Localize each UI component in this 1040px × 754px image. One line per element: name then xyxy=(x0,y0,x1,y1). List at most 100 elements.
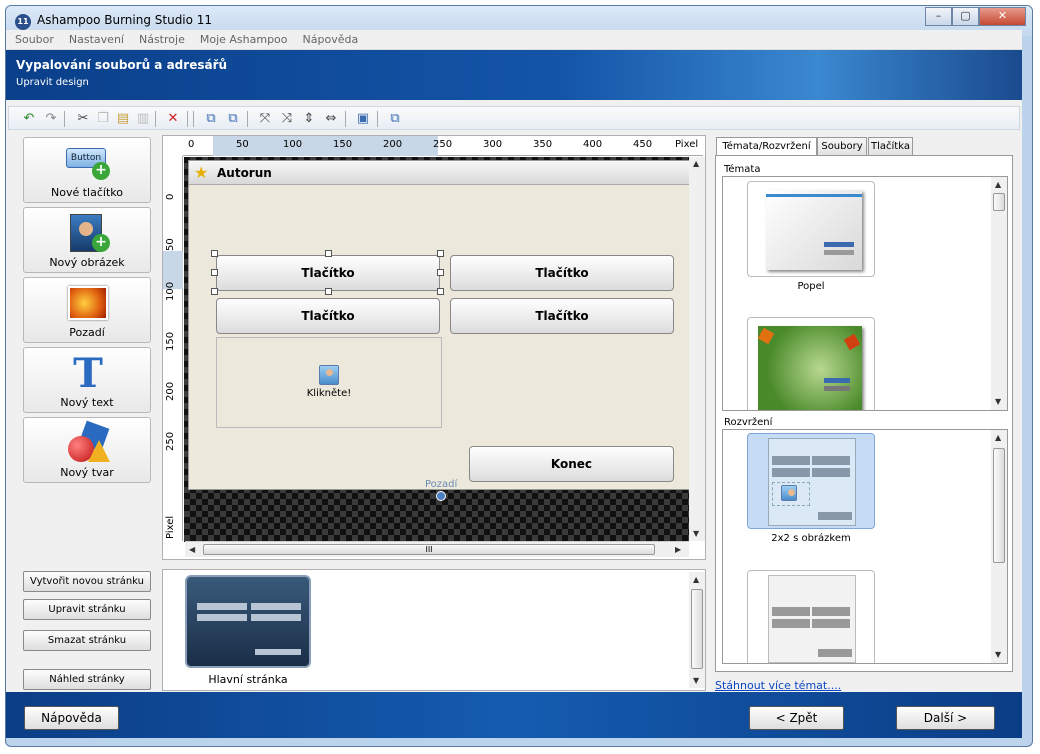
ruler-label: 0 xyxy=(188,139,195,150)
tab-files[interactable]: Soubory xyxy=(817,137,867,156)
maximize-button[interactable]: ▢ xyxy=(952,7,979,26)
new-image-tool[interactable]: + Nový obrázek xyxy=(23,207,151,273)
redo-icon[interactable]: ↷ xyxy=(43,111,59,127)
menu-nastroje[interactable]: Nástroje xyxy=(130,30,191,46)
ruler-label: 250 xyxy=(433,139,453,150)
picture-icon[interactable]: ▣ xyxy=(355,111,371,127)
footer-bar xyxy=(6,692,1022,738)
cut-icon[interactable]: ✂ xyxy=(75,111,91,127)
undo-icon[interactable]: ↶ xyxy=(21,111,37,127)
align-left-icon[interactable]: ⤧ xyxy=(257,111,273,127)
layout-label: 2x2 s obrázkem xyxy=(771,533,851,544)
themes-scrollbar[interactable]: ▲ ▼ xyxy=(991,177,1007,410)
ruler-label: 100 xyxy=(165,281,176,301)
create-page-button[interactable]: Vytvořit novou stránku xyxy=(23,571,151,592)
back-button[interactable]: < Zpět xyxy=(749,706,844,730)
editor-horizontal-scrollbar[interactable]: ◀ III ▶ xyxy=(185,541,689,557)
new-shape-label: Nový tvar xyxy=(60,466,114,479)
right-panel: Témata Popel ▲ ▼ Rozvržení 2x2 s obrázke… xyxy=(715,155,1013,672)
canvas-button[interactable]: Tlačítko xyxy=(450,255,674,291)
layout-2x2-image[interactable] xyxy=(747,433,875,529)
align-hcenter-icon[interactable]: ⇔ xyxy=(323,111,339,127)
ruler-label: 200 xyxy=(165,381,176,401)
new-button-icon: Button + xyxy=(66,144,110,184)
theme-label: Popel xyxy=(797,281,825,292)
editor-vertical-scrollbar[interactable]: ▲ ▼ xyxy=(689,157,705,541)
edit-page-button[interactable]: Upravit stránku xyxy=(23,599,151,620)
close-button[interactable]: ✕ xyxy=(979,7,1026,26)
copy-icon[interactable]: ❐ xyxy=(95,111,111,127)
new-text-tool[interactable]: T Nový text xyxy=(23,347,151,413)
ruler-label: 300 xyxy=(483,139,503,150)
canvas-button[interactable]: Tlačítko xyxy=(216,255,440,291)
ruler-label: 200 xyxy=(383,139,403,150)
new-image-label: Nový obrázek xyxy=(49,256,125,269)
background-label: Pozadí xyxy=(69,326,105,339)
menu-napoveda[interactable]: Nápověda xyxy=(294,30,365,46)
ruler-label: 450 xyxy=(633,139,653,150)
menu-nastaveni[interactable]: Nastavení xyxy=(60,30,130,46)
person-icon xyxy=(781,485,797,501)
canvas-image-placeholder[interactable]: Klikněte! xyxy=(216,337,442,428)
next-button[interactable]: Další > xyxy=(896,706,995,730)
paste-special-icon[interactable]: ▥ xyxy=(135,111,151,127)
bring-front-icon[interactable]: ⧉ xyxy=(203,111,219,127)
tab-buttons[interactable]: Tlačítka xyxy=(868,137,913,156)
ruler-label: 150 xyxy=(333,139,353,150)
download-more-themes-link[interactable]: Stáhnout více témat.... xyxy=(715,679,841,692)
duplicate-icon[interactable]: ⧉ xyxy=(387,111,403,127)
canvas-button[interactable]: Tlačítko xyxy=(216,298,440,334)
paste-icon[interactable]: ▤ xyxy=(115,111,131,127)
themes-list: Popel ▲ ▼ xyxy=(722,176,1008,411)
layout-2x2[interactable] xyxy=(747,570,875,663)
app-logo-icon: 11 xyxy=(15,14,31,30)
canvas-title: Autorun xyxy=(217,166,272,180)
align-right-icon[interactable]: ⤨ xyxy=(279,111,295,127)
canvas-title-bar: ★ Autorun xyxy=(189,161,689,185)
page-subtitle: Upravit design xyxy=(16,77,89,88)
delete-icon[interactable]: ✕ xyxy=(165,111,181,127)
new-button-tool[interactable]: Button + Nové tlačítko xyxy=(23,137,151,203)
ruler-label: 50 xyxy=(165,238,176,251)
ruler-unit: Pixel xyxy=(165,515,176,539)
image-placeholder-label: Klikněte! xyxy=(306,388,352,399)
theme-autumn[interactable] xyxy=(747,317,875,410)
ruler-label: 150 xyxy=(165,331,176,351)
page-thumbnail[interactable] xyxy=(185,575,311,668)
minimize-button[interactable]: – xyxy=(925,7,952,26)
toolbar: ↶ ↷ ✂ ❐ ▤ ▥ ✕ ⧉ ⧉ ⤧ ⤨ ⇕ ⇔ ▣ ⧉ xyxy=(8,106,1020,130)
shape-icon xyxy=(66,420,110,464)
page-thumbnails: Hlavní stránka ▲ ▼ xyxy=(162,569,706,691)
ruler-label: 350 xyxy=(533,139,553,150)
layouts-scrollbar[interactable]: ▲ ▼ xyxy=(991,430,1007,663)
ruler-label: 0 xyxy=(165,193,176,200)
menu-bar: Soubor Nastavení Nástroje Moje Ashampoo Nápo… xyxy=(6,30,1022,50)
delete-page-button[interactable]: Smazat stránku xyxy=(23,630,151,651)
background-tool[interactable]: Pozadí xyxy=(23,277,151,343)
layouts-header: Rozvržení xyxy=(724,417,773,428)
vertical-ruler: 0 50 100 150 200 250 Pixel xyxy=(163,156,183,541)
new-shape-tool[interactable]: Nový tvar xyxy=(23,417,151,483)
page-title: Vypalování souborů a adresářů xyxy=(16,58,228,72)
thumbnails-scrollbar[interactable]: ▲ ▼ xyxy=(689,572,705,688)
ruler-label: 50 xyxy=(236,139,249,150)
background-label: Pozadí xyxy=(425,479,458,490)
page-thumbnail-label: Hlavní stránka xyxy=(208,673,288,686)
align-vcenter-icon[interactable]: ⇕ xyxy=(301,111,317,127)
send-back-icon[interactable]: ⧉ xyxy=(225,111,241,127)
themes-header: Témata xyxy=(724,164,761,175)
theme-popel[interactable] xyxy=(747,181,875,277)
horizontal-ruler: 0 50 100 150 200 250 300 350 400 450 Pix… xyxy=(183,136,703,156)
help-button[interactable]: Nápověda xyxy=(24,706,119,730)
menu-canvas[interactable]: ★ Autorun Tlačítko Tlačítko Tlačítko Tla… xyxy=(188,160,690,490)
tab-themes-layouts[interactable]: Témata/Rozvržení xyxy=(716,137,817,157)
menu-soubor[interactable]: Soubor xyxy=(6,30,60,46)
ruler-label: 400 xyxy=(583,139,603,150)
new-image-icon: + xyxy=(66,214,110,254)
background-icon xyxy=(66,284,110,324)
preview-page-button[interactable]: Náhled stránky xyxy=(23,669,151,690)
background-handle[interactable] xyxy=(436,491,446,501)
canvas-button[interactable]: Tlačítko xyxy=(450,298,674,334)
exit-button[interactable]: Konec xyxy=(469,446,674,482)
menu-moje-ashampoo[interactable]: Moje Ashampoo xyxy=(191,30,294,46)
